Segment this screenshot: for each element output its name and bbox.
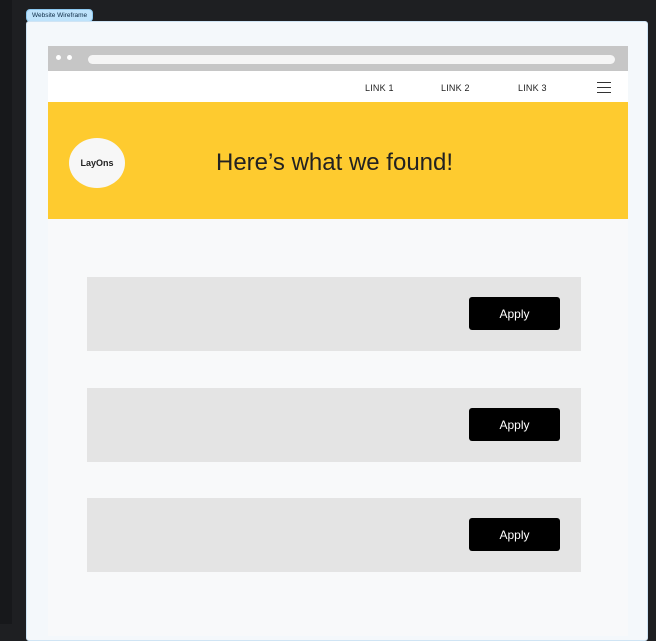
address-bar — [88, 55, 615, 64]
logo[interactable]: LayOns — [69, 138, 125, 188]
page-title: Here’s what we found! — [216, 149, 454, 176]
apply-button[interactable]: Apply — [469, 297, 560, 330]
nav-link-1[interactable]: LINK 1 — [365, 71, 394, 102]
hero-banner: LayOns Here’s what we found! — [48, 102, 628, 219]
window-dot — [67, 55, 72, 60]
result-card: Apply — [87, 498, 581, 572]
browser-titlebar — [48, 46, 628, 71]
window-dot — [56, 55, 61, 60]
hamburger-menu-icon[interactable] — [597, 82, 611, 94]
browser-mockup: LINK 1 LINK 2 LINK 3 LayOns Here’s what … — [48, 46, 628, 636]
canvas-sidebar — [0, 0, 12, 624]
nav-link-2[interactable]: LINK 2 — [441, 71, 470, 102]
apply-button[interactable]: Apply — [469, 408, 560, 441]
result-card: Apply — [87, 388, 581, 462]
result-card: Apply — [87, 277, 581, 351]
nav-link-3[interactable]: LINK 3 — [518, 71, 547, 102]
apply-button[interactable]: Apply — [469, 518, 560, 551]
navbar: LINK 1 LINK 2 LINK 3 — [48, 71, 628, 102]
